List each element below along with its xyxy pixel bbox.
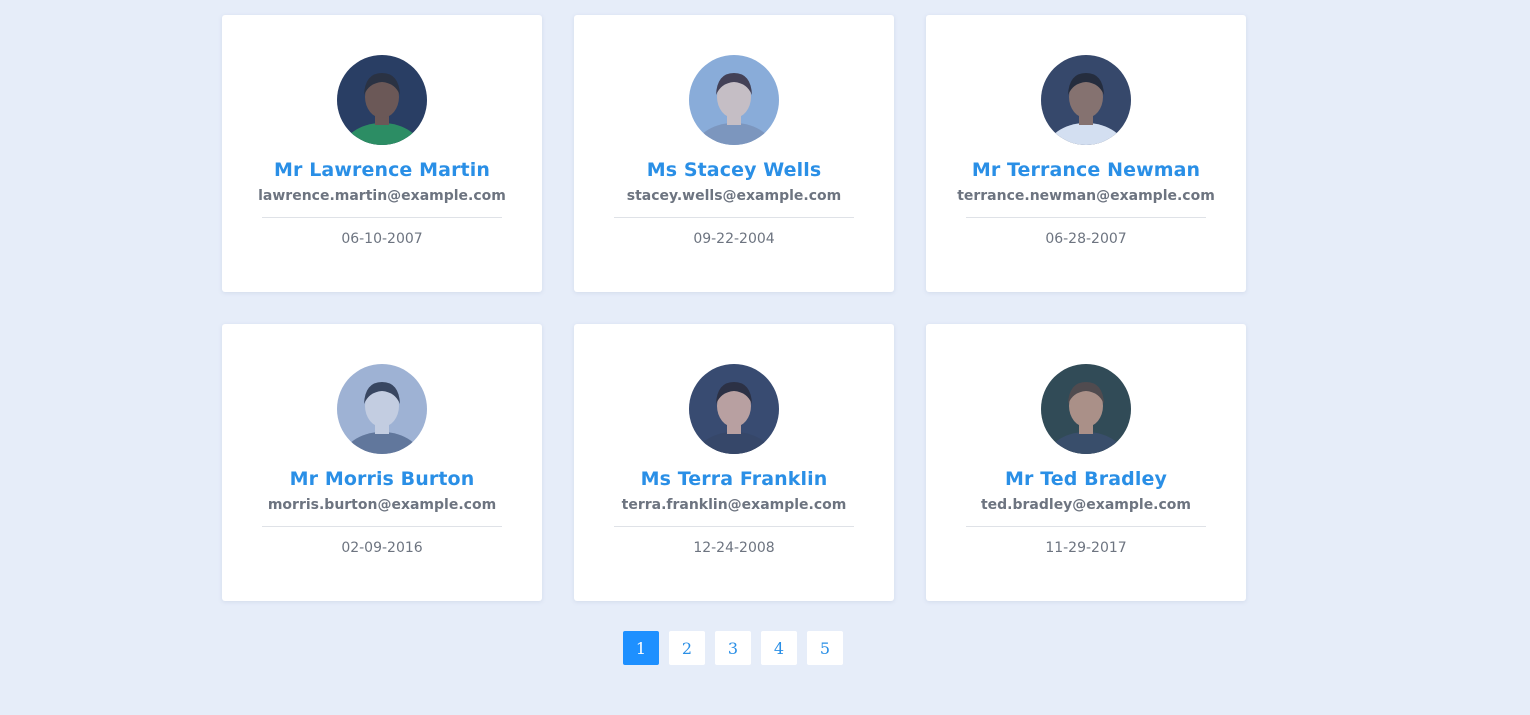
user-name: Mr Lawrence Martin (274, 159, 490, 181)
user-date: 09-22-2004 (693, 231, 775, 247)
divider (966, 217, 1206, 218)
avatar (337, 55, 427, 145)
avatar (1041, 364, 1131, 454)
user-email: morris.burton@example.com (267, 497, 497, 513)
page-button-5[interactable]: 5 (807, 631, 843, 665)
avatar (1041, 55, 1131, 145)
user-email: stacey.wells@example.com (626, 188, 842, 204)
avatar-photo (689, 55, 779, 145)
user-email: ted.bradley@example.com (980, 497, 1192, 513)
divider (614, 526, 854, 527)
divider (262, 526, 502, 527)
user-card: Ms Terra Franklin terra.franklin@example… (574, 324, 894, 601)
page-button-2[interactable]: 2 (669, 631, 705, 665)
divider (614, 217, 854, 218)
user-card: Mr Lawrence Martin lawrence.martin@examp… (222, 15, 542, 292)
user-name: Ms Stacey Wells (646, 159, 822, 181)
user-date: 06-10-2007 (341, 231, 423, 247)
avatar-photo (1041, 364, 1131, 454)
user-card: Mr Morris Burton morris.burton@example.c… (222, 324, 542, 601)
avatar-photo (337, 55, 427, 145)
avatar-photo (1041, 55, 1131, 145)
user-card: Ms Stacey Wells stacey.wells@example.com… (574, 15, 894, 292)
user-name: Mr Terrance Newman (971, 159, 1201, 181)
page-button-4[interactable]: 4 (761, 631, 797, 665)
user-email: terrance.newman@example.com (957, 188, 1215, 204)
user-email: lawrence.martin@example.com (258, 188, 506, 204)
pagination: 1 2 3 4 5 (623, 631, 843, 665)
user-name: Ms Terra Franklin (640, 468, 828, 490)
user-email: terra.franklin@example.com (621, 497, 847, 513)
page-button-1[interactable]: 1 (623, 631, 659, 665)
avatar (337, 364, 427, 454)
user-date: 06-28-2007 (1045, 231, 1127, 247)
avatar-photo (689, 364, 779, 454)
user-name: Mr Ted Bradley (1005, 468, 1167, 490)
user-name: Mr Morris Burton (289, 468, 475, 490)
divider (262, 217, 502, 218)
avatar-photo (337, 364, 427, 454)
divider (966, 526, 1206, 527)
user-card: Mr Ted Bradley ted.bradley@example.com 1… (926, 324, 1246, 601)
avatar (689, 55, 779, 145)
user-date: 02-09-2016 (341, 540, 423, 556)
user-date: 12-24-2008 (693, 540, 775, 556)
user-card: Mr Terrance Newman terrance.newman@examp… (926, 15, 1246, 292)
page-button-3[interactable]: 3 (715, 631, 751, 665)
avatar (689, 364, 779, 454)
user-card-grid: Mr Lawrence Martin lawrence.martin@examp… (222, 15, 1246, 601)
page: Mr Lawrence Martin lawrence.martin@examp… (0, 0, 1530, 715)
user-date: 11-29-2017 (1045, 540, 1127, 556)
